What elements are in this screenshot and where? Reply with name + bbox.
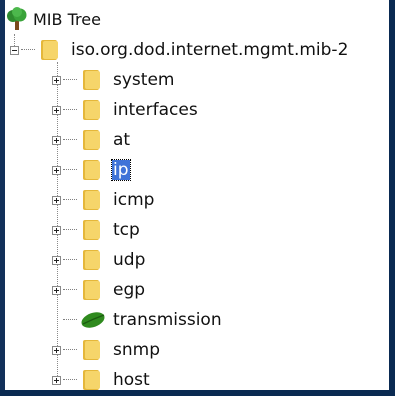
tree-node-icmp[interactable]: icmp	[52, 186, 155, 214]
collapse-icon[interactable]	[10, 45, 19, 55]
folder-icon	[83, 130, 100, 150]
tree-connector	[63, 379, 77, 381]
expand-icon[interactable]	[52, 285, 61, 295]
tree-node-label[interactable]: udp	[112, 250, 146, 270]
tree-node-label[interactable]: egp	[112, 280, 146, 300]
tree-node-label[interactable]: interfaces	[112, 100, 199, 120]
expand-icon[interactable]	[52, 165, 61, 175]
expand-icon[interactable]	[52, 225, 61, 235]
tree-node-label[interactable]: ip	[111, 159, 131, 181]
tree-connector	[63, 199, 77, 201]
tree-node-label[interactable]: host	[112, 370, 151, 390]
tree-connector	[63, 349, 77, 351]
expand-icon[interactable]	[52, 195, 61, 205]
window-frame-right	[389, 0, 395, 396]
expand-icon[interactable]	[52, 255, 61, 265]
leaf-icon	[81, 312, 105, 328]
tree-node-udp[interactable]: udp	[52, 246, 146, 274]
expand-icon[interactable]	[52, 75, 61, 85]
tree-connector	[63, 319, 77, 321]
tree-connector	[63, 79, 77, 81]
tree-connector	[63, 289, 77, 291]
tree-node-host[interactable]: host	[52, 366, 151, 394]
folder-icon	[83, 340, 100, 360]
tree-node-at[interactable]: at	[52, 126, 131, 154]
tree-node-transmission[interactable]: transmission	[52, 306, 223, 334]
tree-node-tcp[interactable]: tcp	[52, 216, 141, 244]
tree-node-label[interactable]: tcp	[112, 220, 141, 240]
folder-icon	[83, 100, 100, 120]
tree-node-label[interactable]: at	[112, 130, 131, 150]
mib-tree-header: MIB Tree	[5, 6, 101, 32]
folder-icon	[41, 40, 58, 60]
tree-connector	[63, 139, 77, 141]
tree-connector	[21, 49, 35, 51]
tree-connector	[63, 229, 77, 231]
tree-node-label[interactable]: system	[112, 70, 175, 90]
tree-node-snmp[interactable]: snmp	[52, 336, 161, 364]
tree-node-root[interactable]: iso.org.dod.internet.mgmt.mib-2	[10, 36, 349, 64]
folder-icon	[83, 190, 100, 210]
tree-node-system[interactable]: system	[52, 66, 175, 94]
expand-icon[interactable]	[52, 135, 61, 145]
folder-icon	[83, 220, 100, 240]
tree-node-interfaces[interactable]: interfaces	[52, 96, 199, 124]
tree-node-ip[interactable]: ip	[52, 156, 131, 184]
tree-connector	[63, 109, 77, 111]
expand-icon[interactable]	[52, 375, 61, 385]
tree-connector	[63, 259, 77, 261]
tree-icon	[7, 7, 27, 30]
folder-icon	[83, 370, 100, 390]
tree-node-label[interactable]: transmission	[112, 310, 223, 330]
expand-icon[interactable]	[52, 345, 61, 355]
tree-node-egp[interactable]: egp	[52, 276, 146, 304]
tree-node-label[interactable]: icmp	[112, 190, 155, 210]
tree-node-label[interactable]: snmp	[112, 340, 161, 360]
tree-title: MIB Tree	[33, 9, 101, 29]
folder-icon	[83, 280, 100, 300]
expand-icon[interactable]	[52, 105, 61, 115]
folder-icon	[83, 160, 100, 180]
folder-icon	[83, 250, 100, 270]
tree-connector	[63, 169, 77, 171]
folder-icon	[83, 70, 100, 90]
tree-node-label[interactable]: iso.org.dod.internet.mgmt.mib-2	[70, 40, 349, 60]
